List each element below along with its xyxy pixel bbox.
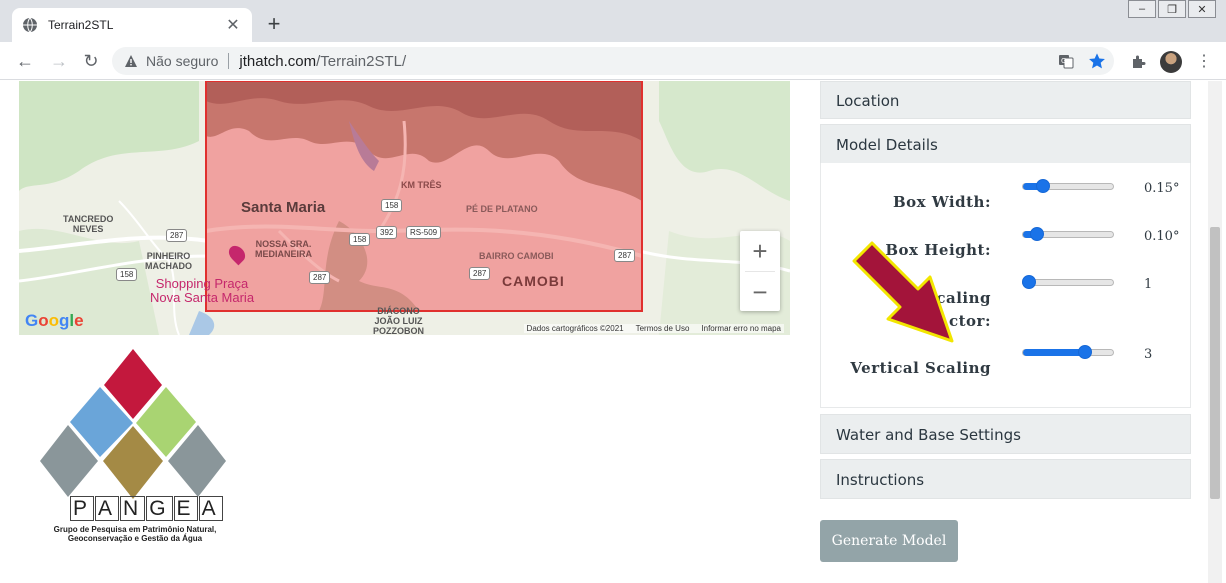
terms-link[interactable]: Termos de Uso (636, 324, 690, 333)
map-attribution: Dados cartográficos ©2021 Termos de Uso … (523, 324, 784, 333)
box-height-slider[interactable] (1022, 227, 1114, 241)
route-shield: 158 (381, 199, 403, 212)
tab-title: Terrain2STL (48, 18, 114, 32)
scrollbar-thumb[interactable] (1210, 227, 1220, 499)
terrain-map[interactable]: Santa Maria CAMOBI BAIRRO CAMOBI KM TRÊS… (19, 81, 790, 335)
map-label-nossa-sra: NOSSA SRA. MEDIANEIRA (255, 239, 313, 259)
accordion-location-header[interactable]: Location (821, 82, 1190, 120)
url-host: jthatch.com (239, 52, 317, 70)
minimize-button[interactable]: – (1128, 0, 1156, 18)
route-shield: 287 (614, 249, 636, 262)
route-shield: RS-509 (406, 226, 442, 239)
box-width-value: 0.15° (1144, 181, 1180, 196)
extensions-puzzle-icon[interactable] (1130, 54, 1146, 70)
pangea-letter: G (146, 496, 173, 521)
route-shield: 158 (116, 268, 138, 281)
accordion-model-details-header[interactable]: Model Details (821, 125, 1190, 165)
report-error-link[interactable]: Informar erro no mapa (701, 324, 781, 333)
globe-icon (23, 17, 37, 33)
pangea-letter: A (198, 496, 223, 521)
scaling-factor-value: 1 (1144, 277, 1153, 292)
restore-button[interactable]: ❐ (1158, 0, 1186, 18)
omnibox-actions: G (1058, 52, 1106, 70)
box-height-value: 0.10° (1144, 229, 1180, 244)
route-shield: 158 (349, 233, 371, 246)
window-controls: – ❐ ✕ (1128, 0, 1216, 18)
scaling-factor-slider[interactable] (1022, 275, 1114, 289)
browser-toolbar: ← → ↻ Não seguro jthatch.com /Terrain2ST… (0, 42, 1226, 80)
pangea-letter: E (173, 496, 198, 521)
page-scrollbar[interactable] (1208, 81, 1222, 583)
reload-icon[interactable]: ↻ (80, 50, 102, 72)
map-label-diacono: DIÁCONO JOÃO LUIZ POZZOBON (373, 306, 424, 335)
close-tab-icon[interactable]: ✕ (224, 15, 242, 35)
omnibox-divider (228, 53, 230, 69)
map-label-pinheiro: PINHEIRO MACHADO (145, 251, 192, 271)
accordion-instructions-header[interactable]: Instructions (821, 460, 1190, 500)
map-poi-shopping[interactable]: Shopping Praça Nova Santa Maria (150, 277, 254, 305)
pangea-diamonds (40, 349, 226, 499)
accordion-model-details[interactable]: Model Details (820, 124, 1191, 164)
pangea-letter: P (70, 496, 95, 521)
address-bar[interactable]: Não seguro jthatch.com /Terrain2STL/ G (112, 47, 1114, 75)
bookmark-star-icon[interactable] (1088, 52, 1106, 70)
close-window-button[interactable]: ✕ (1188, 0, 1216, 18)
map-data-credit: Dados cartográficos ©2021 (526, 324, 624, 333)
accordion-water-base-header[interactable]: Water and Base Settings (821, 415, 1190, 455)
vertical-scaling-slider[interactable] (1022, 345, 1114, 359)
slider-thumb[interactable] (1029, 227, 1044, 241)
accordion-location[interactable]: Location (820, 81, 1191, 119)
route-shield: 287 (469, 267, 491, 280)
back-arrow-icon[interactable]: ← (14, 50, 36, 72)
page-viewport: Santa Maria CAMOBI BAIRRO CAMOBI KM TRÊS… (0, 81, 1226, 583)
map-label-km-tres: KM TRÊS (401, 180, 442, 190)
box-width-slider[interactable] (1022, 179, 1114, 193)
map-zoom-control: + − (740, 231, 780, 311)
pangea-subtitle: Grupo de Pesquisa em Patrimônio Natural,… (53, 525, 217, 543)
pangea-letter: N (120, 496, 146, 521)
vertical-scaling-value: 3 (1144, 347, 1153, 362)
security-status: Não seguro (146, 53, 219, 69)
pangea-wordmark: PANGEA (70, 496, 224, 521)
new-tab-button[interactable]: + (262, 12, 286, 36)
translate-icon[interactable]: G (1058, 53, 1074, 69)
forward-arrow-icon[interactable]: → (48, 50, 70, 72)
route-shield: 392 (376, 226, 398, 239)
accordion-instructions[interactable]: Instructions (820, 459, 1191, 499)
slider-thumb[interactable] (1022, 275, 1036, 289)
slider-thumb[interactable] (1078, 345, 1093, 359)
vertical-scaling-label: Vertical Scaling (850, 359, 991, 377)
google-logo[interactable]: Google (25, 311, 84, 331)
menu-kebab-icon[interactable]: ⋮ (1196, 54, 1212, 70)
annotation-arrow-icon (852, 241, 954, 343)
route-shield: 287 (309, 271, 331, 284)
route-shield: 287 (166, 229, 188, 242)
slider-thumb[interactable] (1036, 179, 1051, 193)
url-path: /Terrain2STL/ (316, 52, 407, 70)
map-label-pe-de-platano: PÉ DE PLATANO (466, 204, 538, 214)
slider-fill (1023, 349, 1087, 356)
toolbar-actions: ⋮ (1130, 51, 1212, 73)
zoom-out-button[interactable]: − (740, 272, 780, 312)
map-label-camobi: CAMOBI (502, 273, 565, 289)
map-canvas (19, 81, 790, 335)
pangea-letter: A (95, 496, 120, 521)
generate-model-button[interactable]: Generate Model (820, 520, 958, 562)
profile-avatar[interactable] (1160, 51, 1182, 73)
map-label-bairro-camobi: BAIRRO CAMOBI (479, 251, 554, 261)
pangea-logo: PANGEA Grupo de Pesquisa em Patrimônio N… (30, 349, 230, 544)
map-label-tancredo: TANCREDO NEVES (63, 214, 114, 234)
zoom-in-button[interactable]: + (740, 231, 780, 271)
browser-tab[interactable]: Terrain2STL ✕ (12, 8, 252, 42)
map-label-santa-maria: Santa Maria (241, 199, 326, 216)
accordion-water-base[interactable]: Water and Base Settings (820, 414, 1191, 454)
svg-text:G: G (1061, 57, 1066, 65)
browser-tabstrip: Terrain2STL ✕ + – ❐ ✕ (0, 0, 1226, 42)
warning-icon (125, 55, 137, 67)
box-width-label: Box Width: (893, 193, 991, 211)
